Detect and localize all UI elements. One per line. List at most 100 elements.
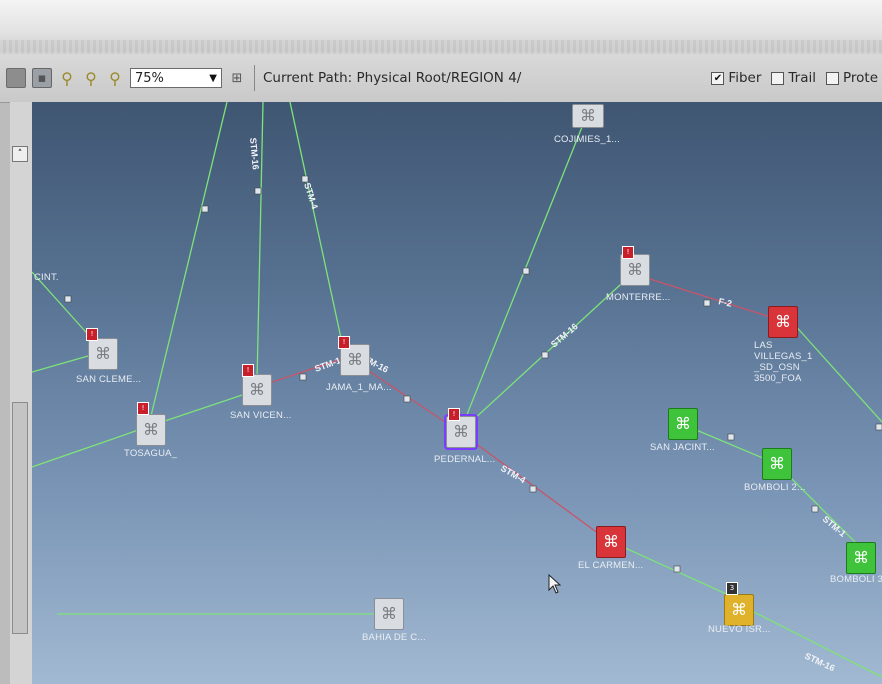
link-label: STM-16 — [803, 651, 836, 674]
fiber-checkbox[interactable]: ✔ Fiber — [711, 70, 761, 86]
link-marker — [541, 351, 549, 359]
ne-node-bomboli-3[interactable]: ⌘ — [846, 542, 876, 574]
ne-node-bahia[interactable]: ⌘ — [374, 598, 404, 630]
link-marker — [299, 373, 307, 381]
left-panel: ˄ — [10, 102, 33, 684]
network-element-icon: ⌘ — [381, 604, 397, 623]
save-icon[interactable]: ▪ — [32, 68, 52, 88]
link-line — [743, 606, 882, 678]
fiber-label: Fiber — [728, 70, 762, 86]
alarm-flag-icon: ! — [448, 408, 460, 421]
network-element-icon: ⌘ — [775, 312, 791, 331]
protection-checkbox[interactable]: Prote — [825, 70, 878, 86]
link-marker — [529, 485, 537, 493]
alarm-flag-icon: ! — [622, 246, 634, 259]
network-element-icon: ⌘ — [675, 414, 691, 433]
title-strip — [0, 40, 882, 54]
link-line — [289, 102, 345, 353]
ne-label: COJIMIES_1... — [554, 134, 620, 145]
trail-label: Trail — [788, 70, 816, 86]
ne-node-las-villegas[interactable]: ⌘ — [768, 306, 798, 338]
link-marker — [254, 187, 262, 195]
ne-node-el-carmen[interactable]: ⌘ — [596, 526, 626, 558]
link-label: STM-16 — [549, 321, 580, 349]
link-label: STM-16 — [248, 137, 261, 170]
zoom-in-icon[interactable]: ⚲ — [58, 69, 76, 88]
link-marker — [301, 175, 309, 183]
link-marker — [522, 267, 530, 275]
topology-map[interactable]: STM-16 STM-4 STM-16 STM-16 STM-16 STM-4 … — [32, 102, 882, 684]
ne-label: CINT. — [34, 272, 59, 283]
link-marker — [703, 299, 711, 307]
network-element-icon: ⌘ — [249, 380, 265, 399]
grid-icon[interactable] — [6, 68, 26, 88]
alarm-flag-icon: ! — [338, 336, 350, 349]
ne-label: PEDERNAL... — [434, 454, 496, 465]
status-flag-icon: 3 — [726, 582, 738, 595]
link-label: STM-4 — [499, 463, 527, 485]
link-line — [149, 102, 228, 421]
link-label: STM-4 — [302, 182, 320, 211]
ne-node-tosagua[interactable]: ⌘ — [136, 414, 166, 446]
mouse-cursor-icon — [548, 574, 562, 594]
current-path-label: Current Path: Physical Root/REGION 4/ — [263, 70, 522, 86]
ne-label: MONTERRE... — [606, 292, 671, 303]
protection-check-box[interactable] — [825, 71, 839, 85]
ne-label: SAN JACINT... — [650, 442, 715, 453]
panel-scroll-handle[interactable] — [12, 402, 28, 634]
ne-node-bomboli-2[interactable]: ⌘ — [762, 448, 792, 480]
protection-label: Prote — [842, 70, 878, 86]
network-element-icon: ⌘ — [580, 106, 596, 125]
ne-label: TOSAGUA_ — [124, 448, 178, 459]
network-element-icon: ⌘ — [853, 548, 869, 567]
link-layer: STM-16 STM-4 STM-16 STM-16 STM-16 STM-4 … — [32, 102, 882, 678]
ne-label: BAHIA DE C... — [362, 632, 426, 643]
ne-label: JAMA_1_MA... — [326, 382, 392, 393]
link-line — [459, 121, 585, 433]
trail-check-box[interactable] — [771, 71, 785, 85]
chevron-down-icon: ▼ — [209, 72, 217, 84]
trail-checkbox[interactable]: Trail — [771, 70, 816, 86]
toolbar-divider — [254, 65, 255, 91]
link-line — [32, 425, 151, 468]
ne-label: BOMBOLI 2... — [744, 482, 806, 493]
fiber-check-box[interactable]: ✔ — [711, 71, 725, 85]
ne-label: SAN CLEME... — [76, 374, 142, 385]
link-marker — [403, 395, 411, 403]
network-element-icon: ⌘ — [347, 350, 363, 369]
ne-label: LAS VILLEGAS_1 _SD_OSN 3500_FOA — [754, 340, 813, 384]
ne-node-san-cleme[interactable]: ⌘ — [88, 338, 118, 370]
ne-node-san-jacint[interactable]: ⌘ — [668, 408, 698, 440]
link-marker — [673, 565, 681, 573]
alarm-flag-icon: ! — [86, 328, 98, 341]
scroll-up-button[interactable]: ˄ — [12, 146, 28, 162]
zoom-value: 75% — [135, 70, 164, 86]
link-marker — [201, 205, 209, 213]
network-element-icon: ⌘ — [453, 422, 469, 441]
zoom-fit-icon[interactable]: ⚲ — [106, 69, 124, 88]
toolbar: ▪ ⚲ ⚲ ⚲ 75% ▼ ⊞ Current Path: Physical R… — [0, 54, 882, 103]
network-element-icon: ⌘ — [603, 532, 619, 551]
ne-label: SAN VICEN... — [230, 410, 292, 421]
link-label: STM-1 — [821, 514, 848, 539]
zoom-out-icon[interactable]: ⚲ — [82, 69, 100, 88]
link-marker — [64, 295, 72, 303]
alarm-flag-icon: ! — [242, 364, 254, 377]
link-marker — [811, 505, 819, 513]
ne-label: EL CARMEN... — [578, 560, 644, 571]
link-marker — [875, 423, 882, 431]
ne-node-cojimies[interactable]: ⌘ — [572, 104, 604, 128]
ne-node-nuevo-isr[interactable]: ⌘ — [724, 594, 754, 626]
topology-icon[interactable]: ⊞ — [228, 69, 246, 87]
ne-label: BOMBOLI 3 — [830, 574, 882, 585]
link-marker — [727, 433, 735, 441]
ne-label: NUEVO ISR... — [708, 624, 771, 635]
network-element-icon: ⌘ — [627, 260, 643, 279]
network-element-icon: ⌘ — [95, 344, 111, 363]
window-edge — [0, 102, 10, 684]
network-element-icon: ⌘ — [731, 600, 747, 619]
zoom-select[interactable]: 75% ▼ — [130, 68, 222, 88]
ne-node-san-vicen[interactable]: ⌘ — [242, 374, 272, 406]
network-element-icon: ⌘ — [769, 454, 785, 473]
alarm-flag-icon: ! — [137, 402, 149, 415]
